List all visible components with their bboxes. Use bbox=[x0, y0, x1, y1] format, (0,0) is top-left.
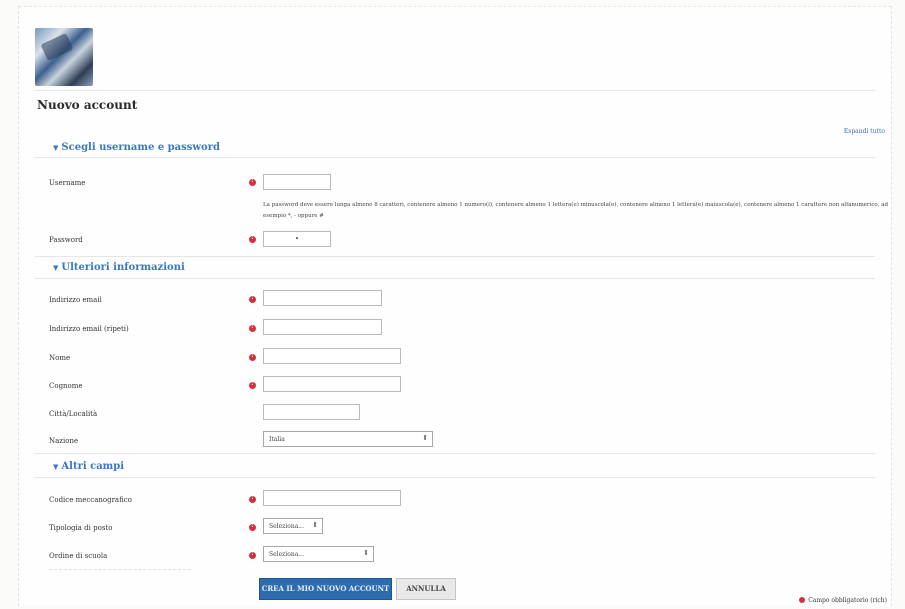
section-other-fields-toggle[interactable]: ▼ Altri campi bbox=[53, 461, 124, 472]
chevron-down-icon: ▼ bbox=[53, 462, 59, 471]
school-order-select-value: Seleziona... bbox=[269, 551, 304, 558]
country-select-value: Italia bbox=[269, 436, 285, 443]
mechanographic-label: Codice meccanografico bbox=[49, 496, 132, 504]
email-again-input[interactable] bbox=[263, 319, 382, 335]
required-icon bbox=[249, 352, 256, 361]
city-label: Città/Località bbox=[49, 410, 98, 418]
school-order-label: Ordine di scuola bbox=[49, 552, 108, 560]
select-arrows-icon: ⇕ bbox=[312, 521, 318, 529]
select-arrows-icon: ⇕ bbox=[422, 434, 428, 442]
post-type-label: Tipologia di posto bbox=[49, 524, 113, 532]
expand-all-link[interactable]: Espandi tutto bbox=[844, 128, 885, 135]
section-credentials-toggle[interactable]: ▼ Scegli username e password bbox=[53, 142, 220, 153]
required-icon bbox=[249, 234, 256, 243]
required-icon bbox=[249, 294, 256, 303]
school-order-select[interactable]: Seleziona... ⇕ bbox=[263, 546, 374, 562]
lastname-input[interactable] bbox=[263, 376, 401, 392]
password-label: Password bbox=[49, 236, 83, 244]
email-input[interactable] bbox=[263, 290, 382, 306]
chevron-down-icon: ▼ bbox=[53, 263, 59, 272]
cut-off-field-divider bbox=[49, 569, 191, 570]
page-title: Nuovo account bbox=[37, 98, 138, 112]
section-divider bbox=[35, 477, 875, 478]
password-policy-text: La password deve essere lunga almeno 8 c… bbox=[263, 202, 889, 219]
country-label: Nazione bbox=[49, 437, 79, 445]
required-icon bbox=[249, 380, 256, 389]
email-again-label: Indirizzo email (ripeti) bbox=[49, 325, 129, 333]
required-icon bbox=[249, 323, 256, 332]
firstname-label: Nome bbox=[49, 354, 71, 362]
password-input[interactable]: • bbox=[263, 231, 331, 247]
section-more-info-toggle[interactable]: ▼ Ulteriori informazioni bbox=[53, 262, 185, 273]
email-label: Indirizzo email bbox=[49, 296, 102, 304]
country-select[interactable]: Italia ⇕ bbox=[263, 431, 433, 447]
required-icon bbox=[249, 177, 256, 186]
required-icon bbox=[249, 494, 256, 503]
firstname-input[interactable] bbox=[263, 348, 401, 364]
create-account-button[interactable]: CREA IL MIO NUOVO ACCOUNT bbox=[259, 578, 392, 600]
section-divider bbox=[35, 453, 875, 454]
required-fields-note: Campo obbligatorio (rich) bbox=[799, 597, 887, 604]
mechanographic-input[interactable] bbox=[263, 490, 401, 506]
cancel-button[interactable]: ANNULLA bbox=[396, 578, 456, 600]
select-arrows-icon: ⇕ bbox=[363, 549, 369, 557]
chevron-down-icon: ▼ bbox=[53, 143, 59, 152]
username-input[interactable] bbox=[263, 174, 331, 190]
post-type-select-value: Seleziona... bbox=[269, 523, 304, 530]
section-divider bbox=[35, 278, 875, 279]
required-icon bbox=[249, 522, 256, 531]
city-input[interactable] bbox=[263, 404, 360, 420]
required-icon bbox=[799, 597, 806, 603]
section-divider bbox=[35, 256, 875, 257]
top-divider bbox=[19, 6, 891, 7]
post-type-select[interactable]: Seleziona... ⇕ bbox=[263, 518, 323, 534]
signup-page: Nuovo account Espandi tutto ▼ Scegli user… bbox=[18, 6, 892, 606]
lastname-label: Cognome bbox=[49, 382, 83, 390]
required-icon bbox=[249, 550, 256, 559]
section-divider bbox=[35, 157, 875, 158]
username-label: Username bbox=[49, 179, 86, 187]
header-divider bbox=[35, 90, 875, 91]
site-logo[interactable] bbox=[35, 28, 93, 86]
